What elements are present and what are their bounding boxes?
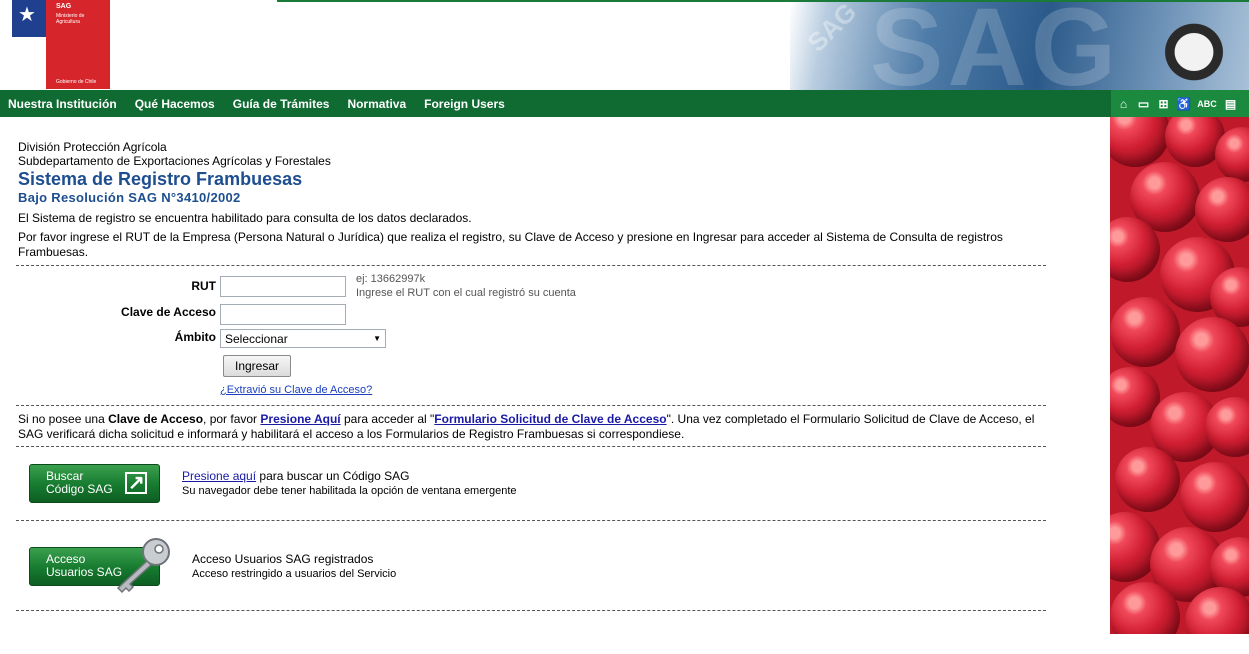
contact-card-icon[interactable]: ▭ (1135, 97, 1152, 111)
division-label: División Protección Agrícola (18, 140, 167, 154)
sag-users-title: Acceso Usuarios SAG registrados (192, 552, 374, 566)
forgot-password-link[interactable]: ¿Extravió su Clave de Acceso? (220, 384, 372, 396)
nav-tools: ⌂ ▭ ⊞ ♿ ABC ▤ (1111, 90, 1249, 117)
divider (16, 520, 1046, 521)
password-label: Clave de Acceso (121, 305, 216, 319)
instructions-text: Por favor ingrese el RUT de la Empresa (… (18, 230, 1003, 259)
rut-hint-text: Ingrese el RUT con el cual registró su c… (356, 287, 576, 299)
search-code-text: Presione aquí para buscar un Código SAG … (182, 469, 517, 499)
banner-watermark: SAG (870, 2, 1121, 90)
nav-item-normativa[interactable]: Normativa (347, 97, 406, 111)
rut-hint-example: ej: 13662997k (356, 273, 426, 285)
sag-users-note: Acceso restringido a usuarios del Servic… (192, 568, 397, 580)
subdepartment-label: Subdepartamento de Exportaciones Agrícol… (18, 154, 331, 168)
logo-government: Gobierno de Chile (56, 79, 97, 85)
berry (1180, 462, 1249, 532)
raspberry-image (1110, 117, 1249, 634)
nav-item-guia-tramites[interactable]: Guía de Trámites (233, 97, 330, 111)
berry (1195, 177, 1249, 242)
site-header: ★ SAG Ministerio de Agricultura Gobierno… (0, 0, 1249, 90)
request-text: , por favor (203, 412, 261, 426)
divider (16, 610, 1046, 611)
logo-org: SAG (56, 3, 72, 10)
request-form-link[interactable]: Formulario Solicitud de Clave de Acceso (434, 412, 666, 426)
sag-users-line2: Usuarios SAG (46, 565, 123, 579)
scope-label: Ámbito (174, 330, 216, 344)
cow-image (1149, 8, 1239, 88)
sag-logo[interactable]: ★ SAG Ministerio de Agricultura Gobierno… (12, 0, 110, 89)
status-text: El Sistema de registro se encuentra habi… (18, 211, 472, 225)
berry (1115, 447, 1180, 512)
request-bold-term: Clave de Acceso (108, 412, 204, 426)
scope-selected-value: Seleccionar (225, 331, 288, 346)
book-icon[interactable]: ▤ (1222, 97, 1239, 111)
banner-watermark-small: SAG (801, 2, 863, 58)
divider (16, 265, 1046, 266)
sitemap-icon[interactable]: ⊞ (1155, 97, 1172, 111)
nav-menu: Nuestra Institución Qué Hacemos Guía de … (0, 90, 523, 117)
nav-item-que-hacemos[interactable]: Qué Hacemos (135, 97, 215, 111)
accessibility-icon[interactable]: ♿ (1175, 97, 1192, 111)
arrow-up-right-icon: ↗ (125, 472, 147, 494)
home-icon[interactable]: ⌂ (1115, 97, 1132, 111)
search-code-link[interactable]: Presione aquí (182, 469, 256, 483)
request-text: para acceder al " (340, 412, 435, 426)
nav-item-institucion[interactable]: Nuestra Institución (8, 97, 117, 111)
page-subtitle: Bajo Resolución SAG N°3410/2002 (18, 190, 241, 205)
password-input[interactable] (220, 304, 346, 325)
logo-flag-white (12, 37, 46, 89)
press-here-link[interactable]: Presione Aquí (260, 412, 340, 426)
search-code-line2: Código SAG (46, 482, 113, 496)
request-text: Si no posee una (18, 412, 109, 426)
divider (16, 446, 1046, 447)
rut-input[interactable] (220, 276, 346, 297)
header-banner-photo: SAG SAG (790, 2, 1249, 90)
chevron-down-icon: ▼ (373, 334, 381, 343)
search-code-desc: para buscar un Código SAG (256, 469, 410, 483)
request-access-info: Si no posee una Clave de Acceso, por fav… (18, 412, 1048, 442)
search-code-button[interactable]: Buscar Código SAG ↗ (29, 464, 160, 503)
berry (1110, 117, 1170, 167)
search-code-button-label: Buscar Código SAG (46, 470, 113, 496)
search-code-note: Su navegador debe tener habilitada la op… (182, 485, 517, 497)
berry (1110, 297, 1180, 367)
logo-star-icon: ★ (18, 4, 36, 26)
submit-button[interactable]: Ingresar (223, 355, 291, 377)
sag-users-button-label: Acceso Usuarios SAG (46, 553, 122, 579)
rut-label: RUT (191, 279, 216, 293)
logo-ministry: Ministerio de Agricultura (56, 13, 85, 25)
sag-users-text: Acceso Usuarios SAG registrados Acceso r… (192, 552, 396, 582)
key-icon (116, 538, 170, 594)
main-nav: Nuestra Institución Qué Hacemos Guía de … (0, 90, 1249, 117)
nav-item-foreign-users[interactable]: Foreign Users (424, 97, 505, 111)
divider (16, 405, 1046, 406)
scope-select[interactable]: Seleccionar ▼ (220, 329, 386, 348)
page-title: Sistema de Registro Frambuesas (18, 169, 303, 189)
abc-icon[interactable]: ABC (1195, 97, 1219, 111)
berry (1175, 317, 1249, 392)
